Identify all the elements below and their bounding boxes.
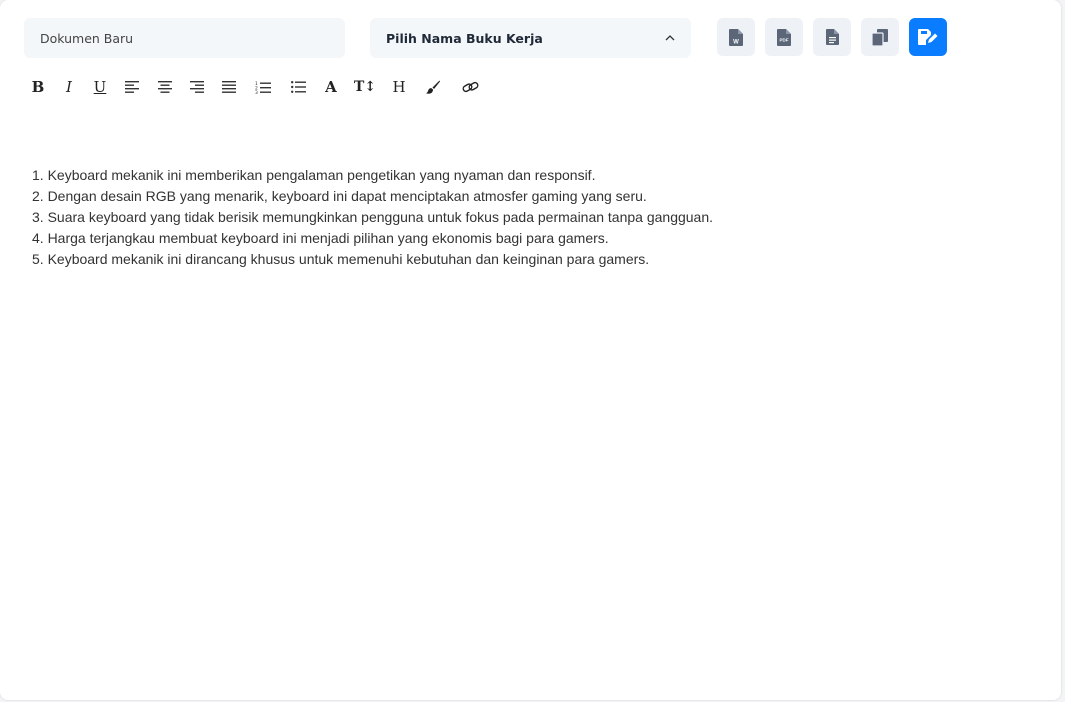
editor-content[interactable]: 1. Keyboard mekanik ini memberikan penga…	[32, 165, 1032, 270]
paint-brush-icon	[426, 80, 440, 94]
align-justify-icon	[222, 81, 236, 93]
word-file-icon: W	[729, 28, 743, 46]
align-left-icon	[125, 81, 139, 93]
workbook-select-label: Pilih Nama Buku Kerja	[386, 30, 543, 46]
font-color-icon: A	[325, 77, 337, 96]
link-icon	[462, 81, 478, 93]
link-button[interactable]	[456, 74, 484, 100]
svg-text:3: 3	[255, 90, 258, 94]
list-item: 3. Suara keyboard yang tidak berisik mem…	[32, 209, 714, 225]
pdf-badge: PDF	[780, 37, 789, 42]
copy-button[interactable]	[861, 18, 899, 56]
chevron-up-icon	[665, 35, 675, 41]
align-center-icon	[158, 81, 172, 93]
export-pdf-button[interactable]: PDF	[765, 18, 803, 56]
list-item: 2. Dengan desain RGB yang menarik, keybo…	[32, 188, 647, 204]
italic-button[interactable]: I	[55, 74, 83, 100]
export-word-button[interactable]: W	[717, 18, 755, 56]
list-item: 5. Keyboard mekanik ini dirancang khusus…	[32, 251, 650, 267]
export-text-button[interactable]	[813, 18, 851, 56]
heading-icon: H	[392, 77, 406, 96]
text-file-icon	[825, 29, 839, 45]
list-item: 1. Keyboard mekanik ini memberikan penga…	[32, 167, 596, 183]
ordered-list-icon: 1 2 3	[255, 81, 271, 94]
bold-icon: B	[31, 77, 45, 96]
font-size-icon: T↕	[353, 79, 377, 95]
heading-button[interactable]: H	[385, 74, 413, 100]
font-size-button[interactable]: T↕	[351, 74, 379, 100]
align-right-icon	[190, 81, 204, 93]
document-name-input[interactable]: Dokumen Baru	[24, 18, 345, 58]
italic-icon: I	[66, 77, 72, 96]
save-edit-button[interactable]	[909, 18, 947, 56]
workbook-select[interactable]: Pilih Nama Buku Kerja	[370, 18, 691, 58]
highlight-brush-button[interactable]	[419, 74, 447, 100]
word-badge: W	[733, 39, 739, 45]
editor-card: Dokumen Baru Pilih Nama Buku Kerja W PDF	[0, 0, 1061, 700]
document-name-placeholder: Dokumen Baru	[40, 30, 134, 46]
pdf-file-icon: PDF	[777, 28, 791, 46]
edit-save-icon	[918, 29, 938, 45]
copy-icon	[872, 28, 888, 46]
list-item: 4. Harga terjangkau membuat keyboard ini…	[32, 230, 609, 246]
align-right-button[interactable]	[183, 74, 211, 100]
align-justify-button[interactable]	[215, 74, 243, 100]
bullet-list-button[interactable]	[284, 74, 312, 100]
bold-button[interactable]: B	[24, 74, 52, 100]
ordered-list-button[interactable]: 1 2 3	[249, 74, 277, 100]
underline-button[interactable]: U	[86, 74, 114, 100]
font-color-button[interactable]: A	[317, 74, 345, 100]
align-center-button[interactable]	[151, 74, 179, 100]
align-left-button[interactable]	[118, 74, 146, 100]
bullet-list-icon	[290, 81, 306, 93]
underline-icon: U	[93, 77, 107, 96]
